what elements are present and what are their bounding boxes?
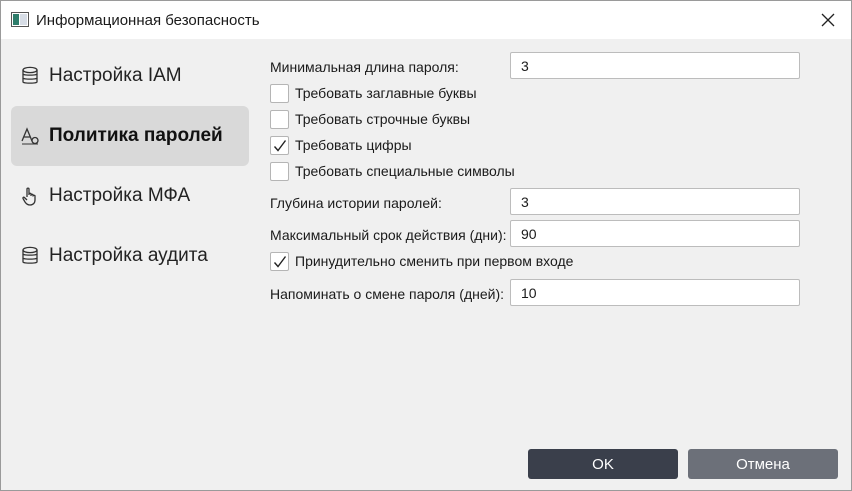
sidebar-item-audit[interactable]: Настройка аудита	[11, 226, 249, 286]
min-length-label: Минимальная длина пароля:	[270, 59, 459, 75]
sidebar-item-mfa[interactable]: Настройка МФА	[11, 166, 249, 226]
sidebar-item-password-policy[interactable]: Политика паролей	[11, 106, 249, 166]
database-icon	[22, 246, 38, 264]
remind-days-label: Напоминать о смене пароля (дней):	[270, 286, 505, 302]
ok-button[interactable]: OK	[528, 449, 678, 479]
checkbox-label: Требовать заглавные буквы	[295, 85, 477, 101]
min-length-input[interactable]	[510, 52, 800, 79]
cancel-button[interactable]: Отмена	[688, 449, 838, 479]
close-button[interactable]	[805, 1, 851, 39]
remind-days-input[interactable]	[510, 279, 800, 306]
sidebar-item-label: Настройка МФА	[49, 185, 191, 206]
checkbox-box[interactable]	[270, 110, 289, 129]
sidebar-item-label: Политика паролей	[49, 125, 223, 146]
sidebar: Настройка IAM Политика паролей Настройка…	[1, 39, 257, 459]
checkbox-box[interactable]	[270, 252, 289, 271]
history-depth-input[interactable]	[510, 188, 800, 215]
font-text-icon	[21, 127, 39, 145]
dialog-window: Информационная безопасность Настройка IA…	[0, 0, 852, 491]
sidebar-item-label: Настройка IAM	[49, 65, 182, 86]
checkbox-box[interactable]	[270, 162, 289, 181]
history-depth-label: Глубина истории паролей:	[270, 195, 442, 211]
checkbox-label: Требовать специальные символы	[295, 163, 515, 179]
title-bar: Информационная безопасность	[1, 1, 851, 39]
max-age-label: Максимальный срок действия (дни):	[270, 227, 507, 243]
checkbox-box[interactable]	[270, 84, 289, 103]
database-icon	[22, 66, 38, 84]
checkbox-label: Требовать строчные буквы	[295, 111, 471, 127]
hand-pointer-icon	[22, 187, 36, 206]
checkmark-icon	[273, 256, 287, 268]
window-title: Информационная безопасность	[36, 12, 260, 29]
checkbox-box[interactable]	[270, 136, 289, 155]
sidebar-item-label: Настройка аудита	[49, 245, 208, 266]
checkbox-label: Требовать цифры	[295, 137, 412, 153]
app-window-icon	[11, 12, 29, 27]
checkbox-label: Принудительно сменить при первом входе	[295, 253, 574, 269]
checkmark-icon	[273, 140, 287, 152]
sidebar-item-iam[interactable]: Настройка IAM	[11, 46, 249, 106]
close-icon	[821, 13, 835, 27]
max-age-input[interactable]	[510, 220, 800, 247]
